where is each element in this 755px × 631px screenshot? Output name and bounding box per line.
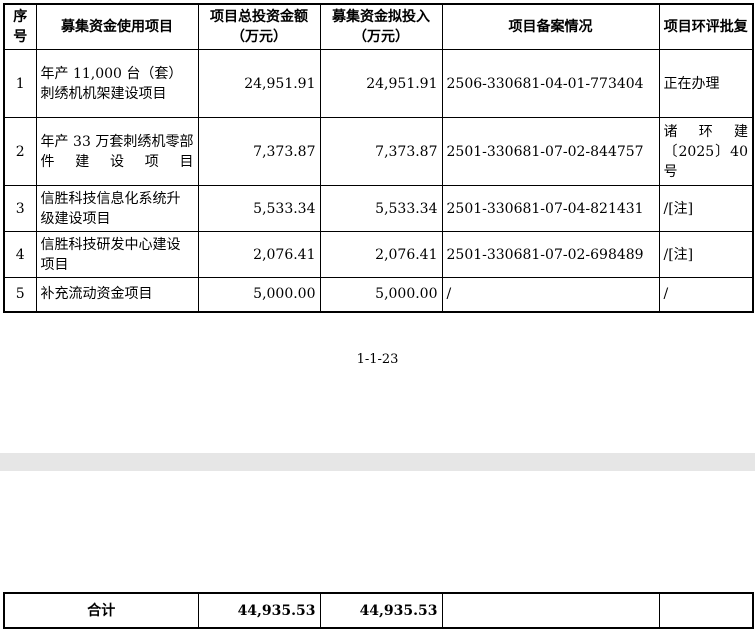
- fund-usage-table: 序号 募集资金使用项目 项目总投资金额（万元） 募集资金拟投入（万元） 项目备案…: [3, 3, 754, 313]
- row-project: 补充流动资金项目: [35, 277, 199, 312]
- row-raised: 7,373.87: [319, 117, 443, 186]
- row-filing: 2506-330681-04-01-773404: [441, 49, 660, 118]
- row-env: /[注]: [658, 231, 754, 278]
- row-no: 5: [3, 277, 37, 312]
- total-investment-sum: 44,935.53: [197, 592, 321, 629]
- total-raised-sum: 44,935.53: [319, 592, 443, 629]
- header-filing: 项目备案情况: [441, 3, 660, 50]
- row-project: 信胜科技研发中心建设项目: [35, 231, 199, 278]
- table-row: 5 补充流动资金项目 5,000.00 5,000.00 / /: [3, 277, 754, 312]
- row-project: 年产 33 万套刺绣机零部件建设项目: [35, 117, 199, 186]
- row-env: /[注]: [658, 185, 754, 232]
- row-no: 2: [3, 117, 37, 186]
- row-project: 年产 11,000 台（套）刺绣机机架建设项目: [35, 49, 199, 118]
- header-no: 序号: [3, 3, 37, 50]
- row-raised: 24,951.91: [319, 49, 443, 118]
- row-total: 2,076.41: [197, 231, 321, 278]
- header-raised-funds: 募集资金拟投入（万元）: [319, 3, 443, 50]
- row-filing: /: [441, 277, 660, 312]
- row-no: 4: [3, 231, 37, 278]
- row-total: 5,000.00: [197, 277, 321, 312]
- table-row: 3 信胜科技信息化系统升级建设项目 5,533.34 5,533.34 2501…: [3, 185, 754, 232]
- row-total: 5,533.34: [197, 185, 321, 232]
- header-env-approval: 项目环评批复: [658, 3, 754, 50]
- page-break-band: [0, 453, 755, 471]
- row-raised: 5,533.34: [319, 185, 443, 232]
- total-env: [658, 592, 754, 629]
- row-total: 24,951.91: [197, 49, 321, 118]
- row-no: 1: [3, 49, 37, 118]
- row-raised: 2,076.41: [319, 231, 443, 278]
- row-no: 3: [3, 185, 37, 232]
- total-label: 合计: [3, 592, 199, 629]
- row-filing: 2501-330681-07-02-844757: [441, 117, 660, 186]
- table-row: 4 信胜科技研发中心建设项目 2,076.41 2,076.41 2501-33…: [3, 231, 754, 278]
- total-row: 合计 44,935.53 44,935.53: [3, 592, 754, 629]
- header-total-investment: 项目总投资金额（万元）: [197, 3, 321, 50]
- row-env: 诸环建〔2025〕40 号: [658, 117, 754, 186]
- total-row-table: 合计 44,935.53 44,935.53: [3, 592, 754, 629]
- row-filing: 2501-330681-07-04-821431: [441, 185, 660, 232]
- page-number: 1-1-23: [356, 352, 399, 367]
- table-row: 2 年产 33 万套刺绣机零部件建设项目 7,373.87 7,373.87 2…: [3, 117, 754, 186]
- row-raised: 5,000.00: [319, 277, 443, 312]
- row-project: 信胜科技信息化系统升级建设项目: [35, 185, 199, 232]
- row-total: 7,373.87: [197, 117, 321, 186]
- total-filing: [441, 592, 660, 629]
- header-project: 募集资金使用项目: [35, 3, 199, 50]
- row-env: /: [658, 277, 754, 312]
- table-header-row: 序号 募集资金使用项目 项目总投资金额（万元） 募集资金拟投入（万元） 项目备案…: [3, 3, 754, 50]
- row-env: 正在办理: [658, 49, 754, 118]
- row-filing: 2501-330681-07-02-698489: [441, 231, 660, 278]
- table-row: 1 年产 11,000 台（套）刺绣机机架建设项目 24,951.91 24,9…: [3, 49, 754, 118]
